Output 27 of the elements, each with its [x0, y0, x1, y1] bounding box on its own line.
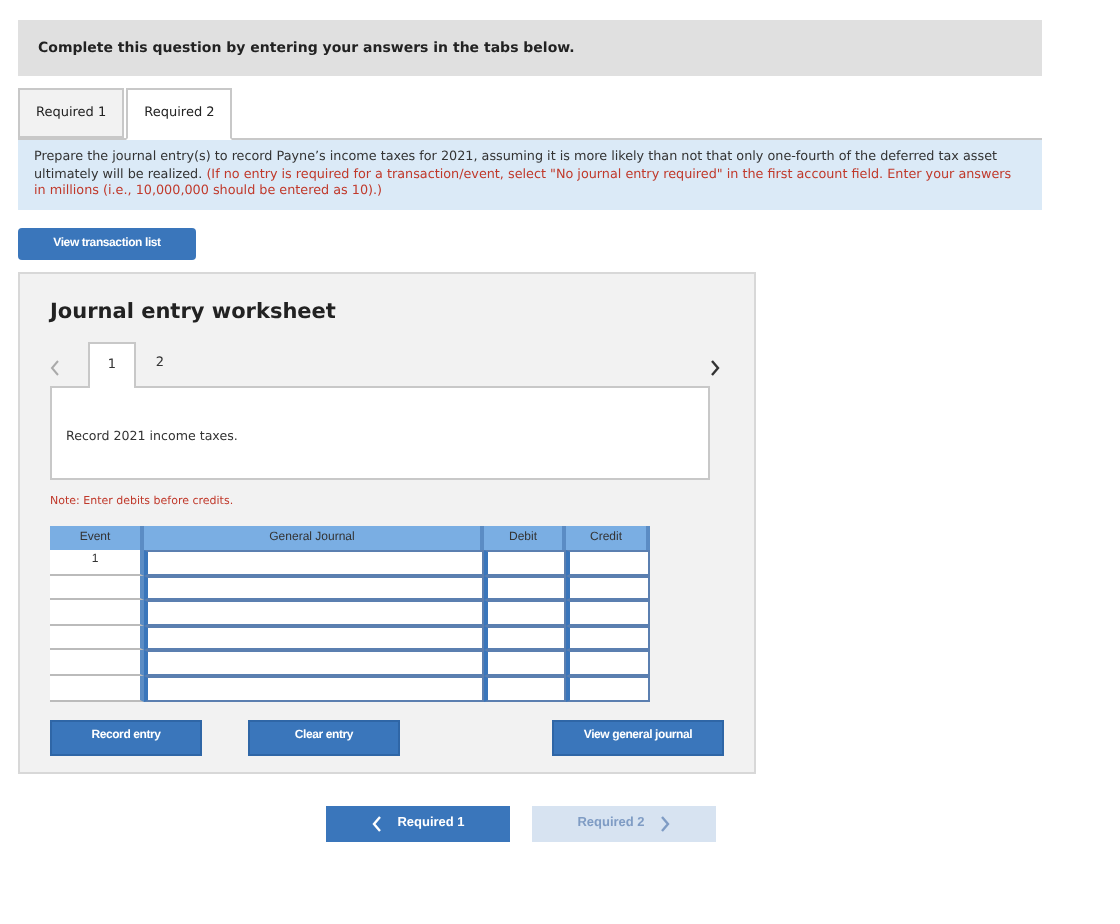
- credit-field[interactable]: [566, 650, 650, 676]
- event-cell: [50, 600, 144, 626]
- chevron-right-icon[interactable]: [710, 359, 720, 376]
- event-cell: [50, 650, 144, 676]
- worksheet-title: Journal entry worksheet: [50, 298, 338, 328]
- account-field[interactable]: [144, 650, 484, 676]
- credit-field[interactable]: [566, 675, 650, 702]
- credit-field[interactable]: [566, 575, 650, 601]
- credit-field[interactable]: [566, 600, 650, 626]
- debit-field[interactable]: [484, 650, 566, 676]
- account-field[interactable]: [144, 675, 484, 702]
- account-field[interactable]: [144, 550, 484, 576]
- credit-field[interactable]: [566, 625, 650, 651]
- account-field[interactable]: [144, 575, 484, 601]
- debit-field[interactable]: [484, 575, 566, 601]
- event-cell: [50, 575, 144, 601]
- event-cell: [50, 675, 144, 702]
- debit-field[interactable]: [484, 600, 566, 626]
- debit-field[interactable]: [484, 675, 566, 702]
- account-field[interactable]: [144, 600, 484, 626]
- account-field[interactable]: [144, 625, 484, 651]
- debit-field[interactable]: [484, 625, 566, 651]
- credit-field[interactable]: [566, 550, 650, 576]
- chevron-right-icon: [660, 816, 671, 832]
- chevron-left-icon: [371, 816, 382, 832]
- event-cell: [50, 625, 144, 651]
- debit-field[interactable]: [484, 550, 566, 576]
